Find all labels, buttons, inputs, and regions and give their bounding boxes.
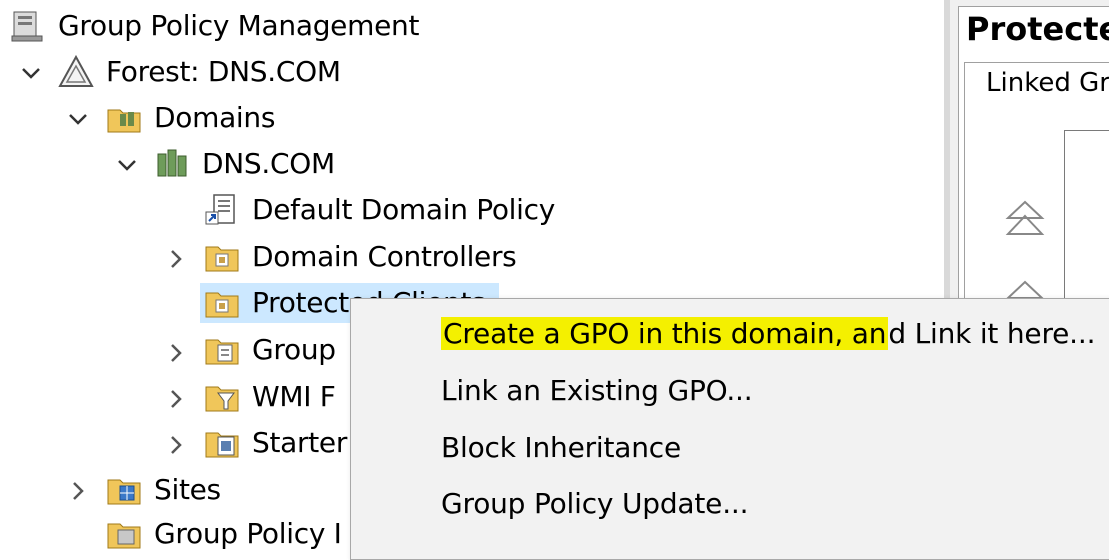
tree-node-root[interactable]: Group Policy Management [10,6,419,46]
tree-node-label: WMI F [252,380,336,413]
chevron-down-icon[interactable] [20,62,42,84]
menu-item-create-gpo-link[interactable]: Create a GPO in this domain, an d Link it… [441,311,1095,355]
highlighted-text: Create a GPO in this domain, an [441,316,889,350]
tab-linked-group-policy-objects[interactable]: Linked Gr [986,68,1109,98]
tree-node-domains[interactable]: Domains [106,98,275,138]
chevron-right-icon[interactable] [165,248,187,270]
tree-node-label: Sites [154,473,221,506]
tree-node-group-policy-objects[interactable]: Group [204,330,336,370]
context-menu: Create a GPO in this domain, an d Link it… [350,298,1109,560]
tree-node-label: Group Policy I [154,517,342,550]
tree-node-label: DNS.COM [202,147,335,180]
tree-node-label: Group Policy Management [58,9,420,42]
tree-node-forest[interactable]: Forest: DNS.COM [58,52,341,92]
move-up-icon[interactable] [1004,278,1046,300]
tree-node-label: Domains [154,101,276,134]
menu-item-block-inheritance[interactable]: Block Inheritance [441,425,681,469]
starter-gpo-folder-icon [205,432,239,458]
details-title: Protecte [966,10,1109,48]
tree-node-label: Default Domain Policy [252,193,555,226]
menu-item-group-policy-update[interactable]: Group Policy Update... [441,481,748,525]
tree-node-wmi-filters[interactable]: WMI F [204,377,336,417]
tree-node-domain[interactable]: DNS.COM [154,144,335,184]
gpm-console-icon [11,11,43,42]
chevron-right-icon[interactable] [67,480,89,502]
chevron-right-icon[interactable] [165,342,187,364]
ou-folder-icon [205,292,239,318]
chevron-right-icon[interactable] [165,434,187,456]
tree-node-label: Forest: DNS.COM [106,55,341,88]
chevron-right-icon[interactable] [165,388,187,410]
sites-folder-icon [107,479,141,505]
domains-folder-icon [107,109,141,133]
domain-icon [157,149,187,177]
chevron-down-icon[interactable] [116,154,138,176]
ou-folder-icon [205,246,239,272]
gp-modeling-icon [107,523,141,549]
tree-node-label: Domain Controllers [252,240,517,273]
menu-item-link-existing-gpo[interactable]: Link an Existing GPO... [441,368,753,412]
tree-node-label: Starter [252,426,348,459]
tree-node-sites[interactable]: Sites [106,470,221,510]
move-to-top-icon[interactable] [1004,198,1046,240]
chevron-down-icon[interactable] [67,108,89,130]
wmi-filter-folder-icon [205,386,239,412]
gpo-folder-icon [205,339,239,365]
tree-node-starter-gpos[interactable]: Starter [204,423,347,463]
tree-node-default-domain-policy[interactable]: Default Domain Policy [204,190,555,230]
tree-node-group-policy-modeling[interactable]: Group Policy I [106,514,342,554]
tree-node-label: Group [252,333,336,366]
forest-icon [58,54,94,87]
tree-node-domain-controllers[interactable]: Domain Controllers [204,237,517,277]
menu-item-text: d Link it here... [888,316,1096,350]
gpo-link-icon [205,194,235,225]
